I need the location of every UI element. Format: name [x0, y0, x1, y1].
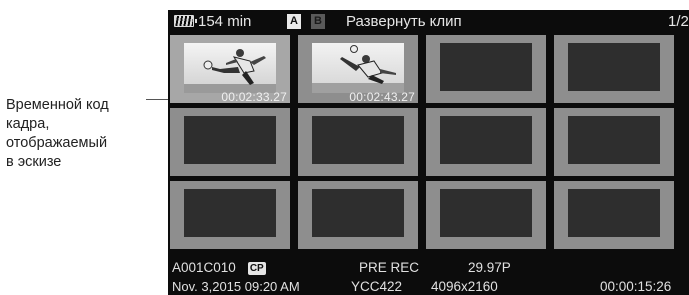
caption-line: отображаемый: [6, 135, 108, 151]
clip-thumbnail[interactable]: [554, 35, 674, 103]
thumbnail-timecode: 00:02:43.27: [349, 90, 415, 104]
clip-thumbnail[interactable]: [554, 181, 674, 249]
card-slot-b-indicator: B: [311, 14, 325, 29]
clip-thumbnail[interactable]: [426, 181, 546, 249]
clip-date: Nov. 3,2015 09:20 AM: [172, 279, 300, 294]
frame-rate: 29.97P: [468, 260, 511, 275]
soccer-player-image: [184, 43, 276, 93]
clip-thumbnail[interactable]: [426, 35, 546, 103]
clip-thumbnail[interactable]: 00:02:33.27: [170, 35, 290, 104]
soccer-player-image: [312, 43, 404, 93]
clip-thumbnail[interactable]: [426, 108, 546, 176]
clip-thumbnail[interactable]: 00:02:43.27: [298, 35, 418, 104]
color-sampling: YCC422: [351, 279, 403, 294]
rec-mode: PRE REC: [359, 260, 420, 275]
remaining-time: 154 min: [198, 13, 252, 30]
thumbnail-timecode-caption: Временной код кадра, отображаемый в эски…: [6, 96, 156, 172]
clip-thumbnail[interactable]: [298, 108, 418, 176]
battery-icon: [174, 15, 197, 27]
screen-title: Развернуть клип: [346, 13, 462, 30]
caption-line: Временной код: [6, 97, 109, 113]
clip-thumbnail[interactable]: [554, 108, 674, 176]
clip-name: A001C010 CP: [172, 260, 266, 275]
clip-duration: 00:00:15:26: [600, 279, 672, 294]
clip-thumbnail[interactable]: [298, 181, 418, 249]
clip-name-text: A001C010: [172, 260, 236, 275]
clip-thumbnail[interactable]: [170, 108, 290, 176]
caption-line: в эскизе: [6, 154, 62, 170]
clip-thumbnail[interactable]: [170, 181, 290, 249]
caption-line: кадра,: [6, 116, 50, 132]
card-slot-a-indicator: A: [287, 14, 301, 29]
cp-badge: CP: [247, 262, 266, 275]
resolution: 4096x2160: [431, 279, 498, 294]
status-bar: 154 min A B Развернуть клип 1/2: [168, 10, 689, 34]
thumbnail-timecode: 00:02:33.27: [221, 90, 287, 104]
camera-lcd-screen: 154 min A B Развернуть клип 1/2 00:02:33…: [168, 10, 689, 295]
page-indicator: 1/2: [668, 13, 689, 30]
